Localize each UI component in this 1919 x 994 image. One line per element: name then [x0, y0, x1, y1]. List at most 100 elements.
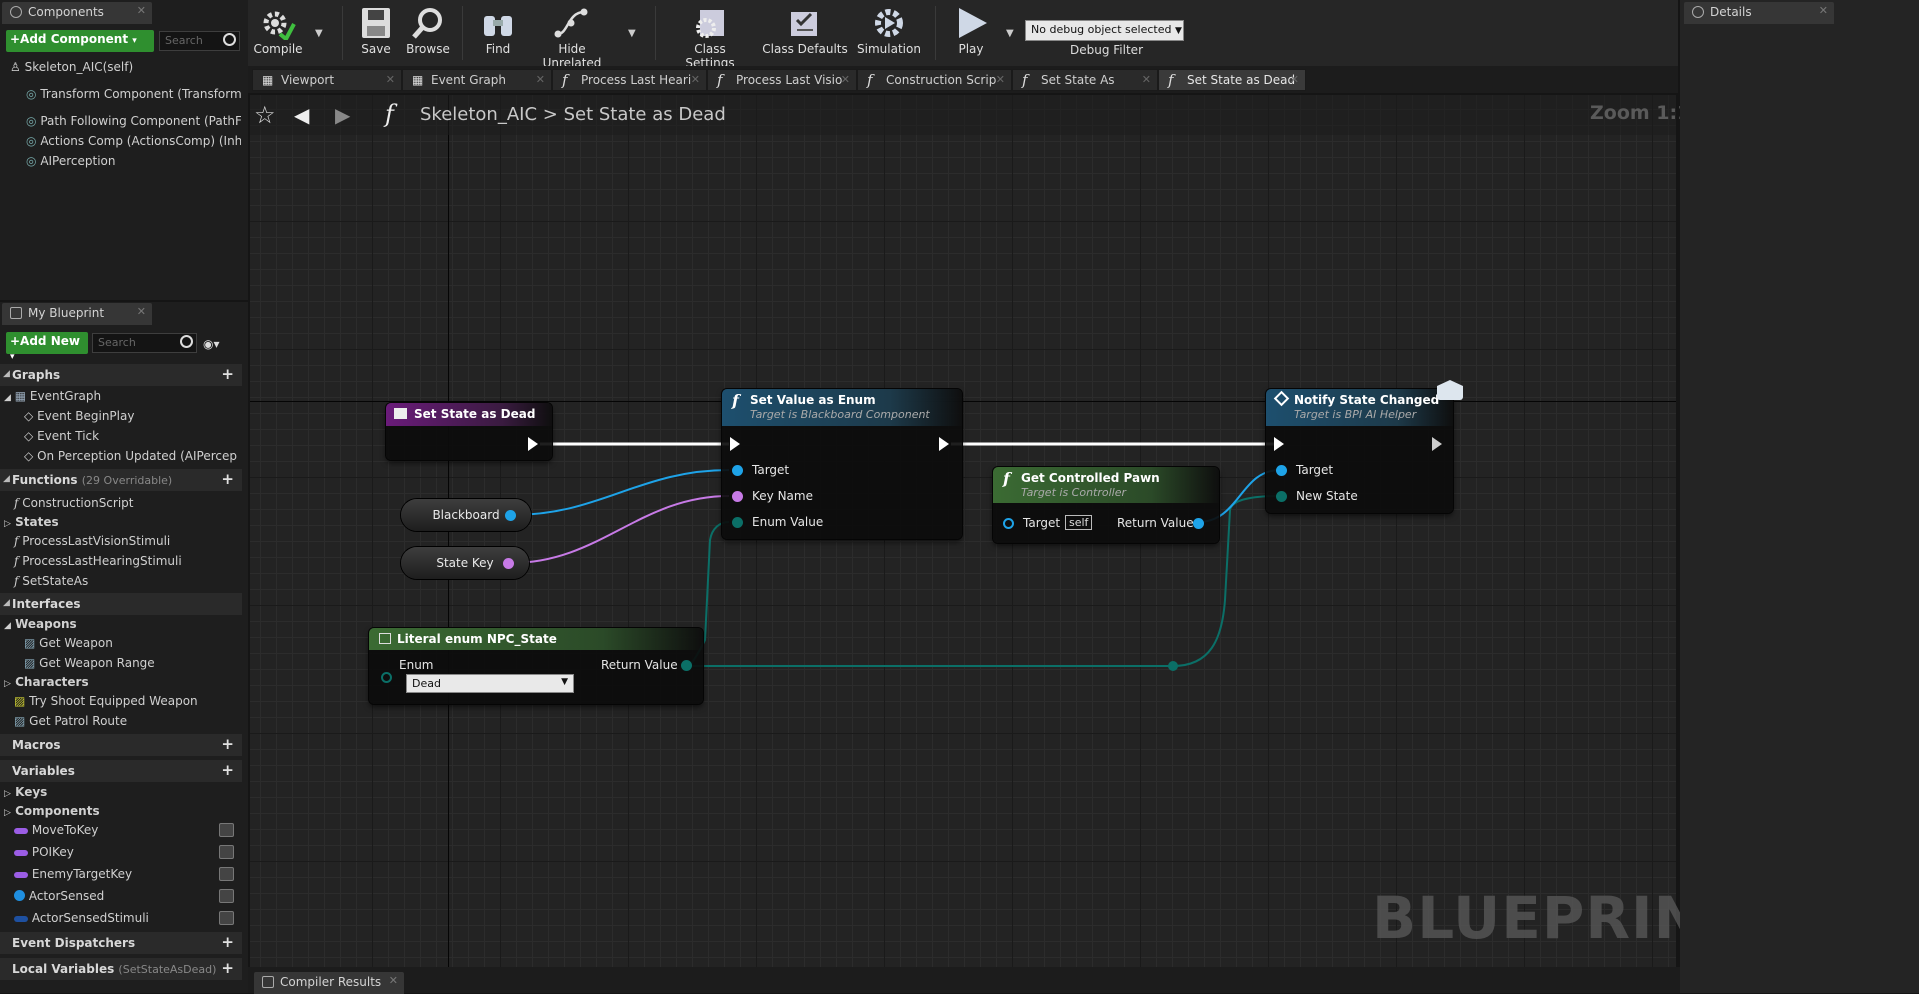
return-value-pin[interactable] — [1193, 518, 1204, 529]
variable-item[interactable]: EnemyTargetKey — [0, 865, 242, 884]
tab-process-last-hearing[interactable]: f Process Last Heari ✕ — [552, 69, 707, 91]
tab-set-state-as[interactable]: f Set State As ✕ — [1012, 69, 1158, 91]
compile-options-arrow-icon[interactable]: ▼ — [315, 28, 323, 39]
characters-category[interactable]: ▷ Characters — [0, 673, 242, 692]
function-item[interactable]: f ConstructionScript — [0, 494, 242, 513]
class-settings-button[interactable]: Class Settings — [668, 6, 752, 70]
set-value-as-enum-node[interactable]: f Set Value as Enum Target is Blackboard… — [722, 389, 962, 539]
exec-out-pin[interactable] — [1432, 437, 1442, 451]
visibility-eye-icon[interactable] — [219, 911, 234, 925]
breadcrumb-root[interactable]: Skeleton_AIC — [420, 104, 537, 125]
keys-category[interactable]: ▷ Keys — [0, 783, 242, 802]
simulation-button[interactable]: Simulation — [856, 6, 922, 56]
add-macro-icon[interactable]: + — [221, 737, 234, 752]
blackboard-getter-node[interactable]: Blackboard — [401, 499, 531, 531]
add-new-button[interactable]: +Add New ▾ — [6, 332, 88, 362]
visibility-eye-icon[interactable] — [219, 889, 234, 903]
interface-function-item[interactable]: ▨ Get Weapon Range — [0, 654, 242, 673]
return-value-pin[interactable] — [681, 660, 692, 671]
weapons-category[interactable]: ◢ Weapons — [0, 615, 242, 634]
close-icon[interactable]: ✕ — [1290, 73, 1299, 86]
key-name-pin[interactable] — [732, 491, 743, 502]
add-local-variable-icon[interactable]: + — [221, 961, 234, 976]
enum-value-select[interactable]: Dead ▼ — [406, 674, 574, 693]
tab-event-graph[interactable]: ▦ Event Graph ✕ — [402, 69, 552, 91]
graph-canvas[interactable] — [250, 95, 1676, 967]
components-tab[interactable]: Components ✕ — [2, 2, 152, 24]
event-graph-item[interactable]: ◢ ▦ EventGraph — [0, 387, 242, 406]
interfaces-category[interactable]: ◢ Interfaces — [0, 593, 242, 615]
exec-out-pin[interactable] — [528, 437, 538, 451]
graphs-category[interactable]: ◢ Graphs + — [0, 364, 242, 386]
close-icon[interactable]: ✕ — [536, 73, 545, 86]
close-icon[interactable]: ✕ — [1142, 73, 1151, 86]
interface-function-item[interactable]: ▨ Get Patrol Route — [0, 712, 242, 731]
favorite-star-icon[interactable]: ☆ — [254, 101, 276, 129]
tab-construction-script[interactable]: f Construction Scrip ✕ — [857, 69, 1012, 91]
component-item[interactable]: ◎ Actions Comp (ActionsComp) (Inheri — [26, 134, 241, 148]
literal-enum-node[interactable]: Literal enum NPC_State Enum Dead ▼ Retur… — [369, 628, 703, 704]
details-tab[interactable]: Details ✕ — [1684, 2, 1834, 24]
function-item[interactable]: f ProcessLastVisionStimuli — [0, 532, 242, 551]
add-function-icon[interactable]: + — [221, 472, 234, 487]
close-icon[interactable]: ✕ — [691, 73, 700, 86]
target-pin[interactable] — [1003, 518, 1014, 529]
compile-button[interactable]: Compile — [252, 6, 304, 56]
close-icon[interactable]: ✕ — [841, 73, 850, 86]
functions-category[interactable]: ◢ Functions (29 Overridable) + — [0, 469, 242, 491]
add-dispatcher-icon[interactable]: + — [221, 935, 234, 950]
tab-viewport[interactable]: ▦ Viewport ✕ — [252, 69, 402, 91]
event-item[interactable]: ◇ Event BeginPlay — [0, 407, 242, 426]
target-pin[interactable] — [1276, 465, 1287, 476]
back-arrow-icon[interactable]: ◀ — [294, 103, 309, 127]
add-component-button[interactable]: +Add Component ▾ — [6, 30, 154, 52]
add-variable-icon[interactable]: + — [221, 763, 234, 778]
close-icon[interactable]: ✕ — [1819, 4, 1828, 17]
save-button[interactable]: Save — [352, 6, 400, 56]
eye-visibility-icon[interactable]: ◉▾ — [203, 337, 220, 351]
add-graph-icon[interactable]: + — [221, 367, 234, 382]
my-blueprint-tab[interactable]: My Blueprint ✕ — [2, 303, 152, 325]
event-item[interactable]: ◇ On Perception Updated (AIPercep — [0, 447, 242, 466]
browse-button[interactable]: Browse — [402, 6, 454, 56]
close-icon[interactable]: ✕ — [996, 73, 1005, 86]
interface-function-item[interactable]: ▨ Try Shoot Equipped Weapon — [0, 692, 242, 711]
local-variables-category[interactable]: Local Variables (SetStateAsDead) + — [0, 958, 242, 980]
visibility-eye-icon[interactable] — [219, 845, 234, 859]
forward-arrow-icon[interactable]: ▶ — [335, 103, 350, 127]
hide-unrelated-arrow-icon[interactable]: ▼ — [628, 28, 636, 39]
notify-state-changed-node[interactable]: Notify State Changed Target is BPI AI He… — [1266, 389, 1453, 513]
class-defaults-button[interactable]: Class Defaults — [762, 6, 848, 56]
play-options-arrow-icon[interactable]: ▼ — [1006, 28, 1014, 39]
variables-category[interactable]: Variables + — [0, 760, 242, 782]
my-blueprint-search-input[interactable]: Search — [92, 333, 197, 353]
get-controlled-pawn-node[interactable]: f Get Controlled Pawn Target is Controll… — [993, 467, 1219, 543]
tab-set-state-as-dead[interactable]: f Set State as Dead ✕ — [1158, 69, 1306, 91]
enum-value-pin[interactable] — [732, 517, 743, 528]
variable-item[interactable]: MoveToKey — [0, 821, 242, 840]
compiler-results-tab[interactable]: Compiler Results ✕ — [254, 972, 404, 994]
entry-node[interactable]: Set State as Dead — [386, 403, 552, 460]
function-item[interactable]: f SetStateAs — [0, 572, 242, 591]
blackboard-out-pin[interactable] — [505, 510, 516, 521]
state-key-getter-node[interactable]: State Key — [401, 547, 529, 579]
event-item[interactable]: ◇ Event Tick — [0, 427, 242, 446]
component-root[interactable]: ♙ Skeleton_AIC(self) — [10, 60, 133, 74]
close-icon[interactable]: ✕ — [389, 974, 398, 987]
macros-category[interactable]: Macros + — [0, 734, 242, 756]
tab-process-last-vision[interactable]: f Process Last Visio ✕ — [707, 69, 857, 91]
function-item[interactable]: f ProcessLastHearingStimuli — [0, 552, 242, 571]
states-category[interactable]: ▷ States — [0, 513, 242, 532]
exec-in-pin[interactable] — [730, 437, 740, 451]
visibility-eye-icon[interactable] — [219, 867, 234, 881]
variable-item[interactable]: POIKey — [0, 843, 242, 862]
component-item[interactable]: ◎ Transform Component (TransformCo — [26, 87, 241, 101]
visibility-eye-icon[interactable] — [219, 823, 234, 837]
variable-item[interactable]: ActorSensedStimuli — [0, 909, 242, 928]
find-button[interactable]: Find — [474, 6, 522, 56]
exec-in-pin[interactable] — [1274, 437, 1284, 451]
target-pin[interactable] — [732, 465, 743, 476]
play-button[interactable]: Play — [942, 6, 1000, 56]
hide-unrelated-button[interactable]: Hide Unrelated — [528, 6, 616, 70]
component-item[interactable]: ◎ Path Following Component (PathFo — [26, 114, 241, 128]
